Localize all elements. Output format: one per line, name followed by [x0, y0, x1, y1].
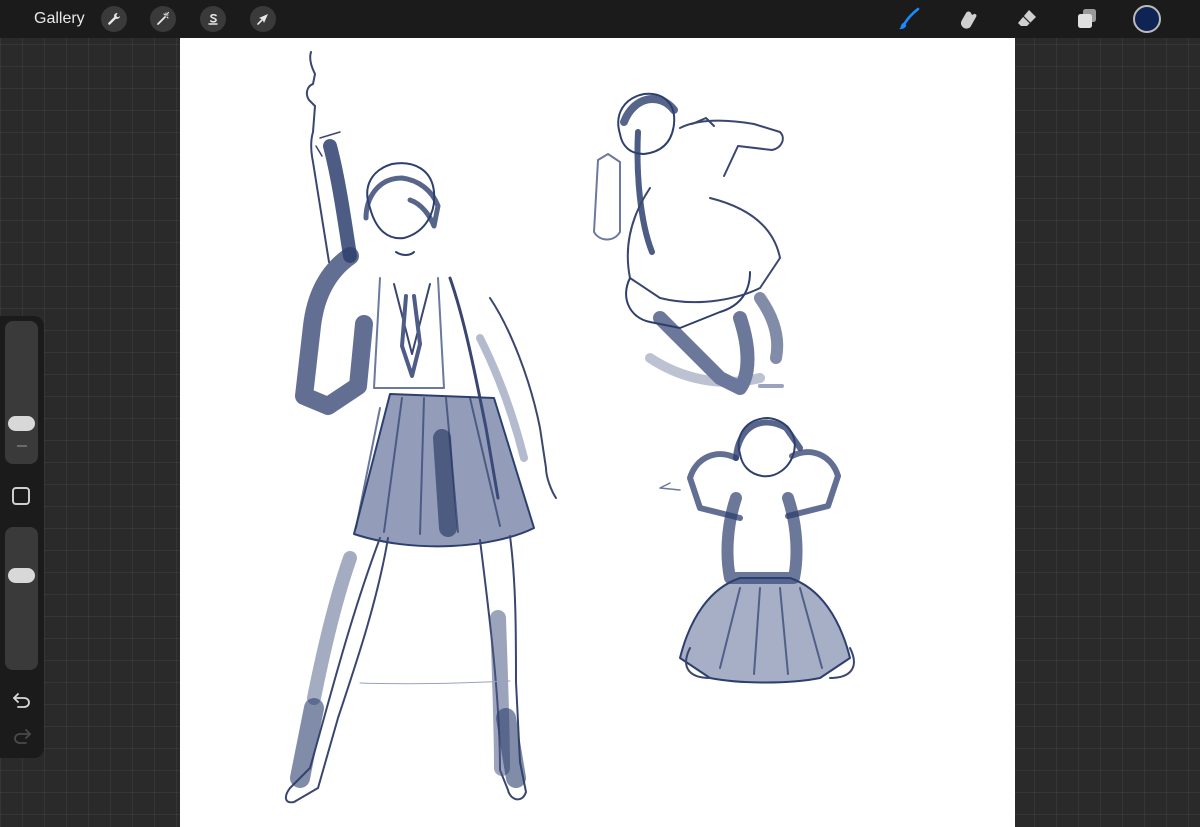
standing-figure-sketch	[284, 51, 557, 804]
magic-wand-icon	[157, 11, 170, 25]
undo-button[interactable]	[10, 690, 34, 710]
arrow-cursor-icon	[257, 14, 268, 25]
wrench-icon	[108, 13, 120, 25]
modify-button[interactable]	[12, 487, 30, 505]
undo-arrow-icon	[13, 693, 30, 708]
redo-arrow-icon	[14, 729, 31, 744]
drawing-canvas[interactable]	[180, 38, 1015, 827]
gallery-button[interactable]: Gallery	[34, 9, 85, 29]
sidebar	[0, 316, 44, 758]
eraser-tool-button[interactable]	[1013, 5, 1041, 33]
layers-tool-button[interactable]	[1073, 5, 1101, 33]
eraser-icon	[1018, 10, 1036, 26]
actions-button[interactable]	[101, 6, 127, 32]
transform-button[interactable]	[250, 6, 276, 32]
opacity-handle[interactable]	[8, 568, 35, 583]
brush-icon	[899, 7, 920, 29]
brush-tool-button[interactable]	[895, 5, 923, 33]
kneeling-figure-sketch	[659, 417, 855, 684]
brush-size-handle[interactable]	[8, 416, 35, 431]
adjustments-button[interactable]	[150, 6, 176, 32]
brush-size-slider[interactable]	[5, 321, 38, 464]
selection-s-icon	[208, 13, 218, 25]
crouching-figure-sketch	[593, 92, 784, 395]
redo-button[interactable]	[10, 726, 34, 746]
color-picker-button[interactable]	[1133, 5, 1161, 33]
opacity-slider[interactable]	[5, 527, 38, 670]
layers-icon	[1078, 9, 1096, 28]
sketch-artwork	[284, 51, 855, 804]
top-toolbar: Gallery	[0, 0, 1200, 38]
selection-button[interactable]	[200, 6, 226, 32]
smudge-finger-icon	[960, 11, 977, 29]
smudge-tool-button[interactable]	[954, 5, 982, 33]
slider-tick	[17, 445, 27, 447]
